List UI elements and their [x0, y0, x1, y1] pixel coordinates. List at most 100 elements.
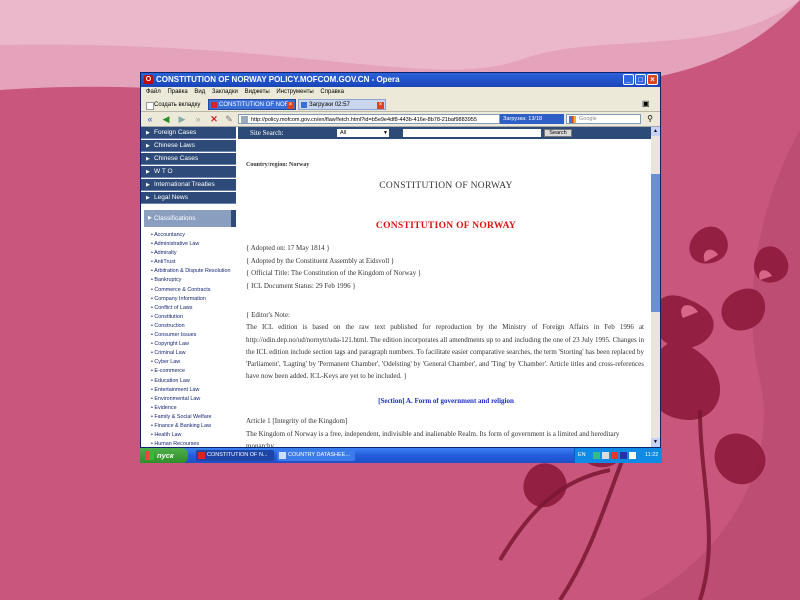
- nav-label: International Treaties: [154, 181, 215, 188]
- classification-link[interactable]: • Conflict of Laws: [151, 304, 239, 313]
- taskbar-item-opera[interactable]: CONSTITUTION OF N...: [196, 450, 274, 461]
- menu-widgets[interactable]: Виджеты: [245, 89, 270, 95]
- vertical-scrollbar[interactable]: ▲ ▼: [651, 127, 660, 447]
- search-scope-select[interactable]: All ▼: [337, 129, 389, 137]
- document-meta: { Adopted on: 17 May 1814 } { Adopted by…: [246, 242, 421, 292]
- classification-link[interactable]: • Administrative Law: [151, 240, 239, 249]
- arrow-icon: ▶: [146, 143, 150, 149]
- rewind-icon[interactable]: «: [145, 114, 155, 124]
- clock: 11:22: [645, 452, 659, 458]
- edit-icon[interactable]: ✎: [224, 114, 234, 124]
- classification-link[interactable]: • Education Law: [151, 377, 239, 386]
- volume-icon[interactable]: [602, 452, 609, 459]
- language-indicator[interactable]: EN: [578, 448, 586, 463]
- network-icon[interactable]: [593, 452, 600, 459]
- address-toolbar: « ◀ ▶ » ✕ ✎ http://policy.mofcom.gov.cn/…: [141, 112, 660, 127]
- scroll-thumb[interactable]: [651, 174, 660, 312]
- chevron-down-icon: ▼: [383, 130, 388, 136]
- classifications-header[interactable]: ▶ Classifications: [144, 210, 236, 227]
- stop-icon[interactable]: ✕: [209, 114, 219, 124]
- classification-link[interactable]: • Admiralty: [151, 249, 239, 258]
- nav-label: Legal News: [154, 194, 188, 201]
- classification-link[interactable]: • Evidence: [151, 404, 239, 413]
- task-label: CONSTITUTION OF N...: [207, 452, 268, 458]
- editors-note: { Editor's Note: The ICL edition is base…: [246, 311, 644, 381]
- forward-icon[interactable]: ▶: [177, 114, 187, 124]
- page-icon: [211, 102, 217, 108]
- classification-link[interactable]: • Construction: [151, 322, 239, 331]
- classification-link[interactable]: • E-commerce: [151, 367, 239, 376]
- classification-link[interactable]: • Criminal Law: [151, 349, 239, 358]
- scroll-up-icon[interactable]: ▲: [651, 127, 660, 136]
- tab-menu-icon[interactable]: ▣: [642, 99, 650, 108]
- tab-downloads[interactable]: Загрузки 02:57 ×: [298, 99, 386, 110]
- menu-edit[interactable]: Правка: [167, 89, 187, 95]
- classification-link[interactable]: • Family & Social Welfare: [151, 413, 239, 422]
- tab-new[interactable]: Создать вкладку: [143, 99, 207, 110]
- site-search-input[interactable]: [403, 129, 541, 137]
- site-search-bar: Site Search: All ▼ Search: [238, 127, 651, 139]
- classification-link[interactable]: • Health Law: [151, 431, 239, 440]
- minimize-button[interactable]: _: [623, 74, 634, 85]
- tab-label: Создать вкладку: [154, 102, 201, 108]
- window-title: CONSTITUTION OF NORWAY POLICY.MOFCOM.GOV…: [156, 75, 400, 84]
- close-tab-icon[interactable]: ×: [377, 102, 384, 109]
- classification-link[interactable]: • Entertainment Law: [151, 386, 239, 395]
- arrow-icon: ▶: [146, 130, 150, 136]
- classification-link[interactable]: • AntiTrust: [151, 258, 239, 267]
- start-button[interactable]: пуск: [140, 448, 188, 463]
- address-field[interactable]: http://policy.mofcom.gov.cn/en/flaw!fetc…: [238, 114, 500, 124]
- classification-link[interactable]: • Bankruptcy: [151, 276, 239, 285]
- article-text: The Kingdom of Norway is a free, indepen…: [246, 429, 620, 448]
- nav-label: Foreign Cases: [154, 129, 197, 136]
- maximize-button[interactable]: □: [635, 74, 646, 85]
- menu-file[interactable]: Файл: [146, 89, 161, 95]
- classification-link[interactable]: • Arbitration & Dispute Resolution: [151, 267, 239, 276]
- back-icon[interactable]: ◀: [161, 114, 171, 124]
- nav-legal-news[interactable]: ▶ Legal News: [141, 192, 236, 204]
- system-tray: EN 11:22: [574, 448, 662, 463]
- search-engine-field[interactable]: Google: [566, 114, 641, 124]
- taskbar: пуск CONSTITUTION OF N... COUNTRY DATASH…: [140, 448, 662, 463]
- article-1: Article 1 [Integrity of the Kingdom] The…: [246, 415, 644, 447]
- classification-link[interactable]: • Finance & Banking Law: [151, 422, 239, 431]
- meta-official-title: { Official Title: The Constitution of th…: [246, 269, 422, 277]
- menu-tools[interactable]: Инструменты: [276, 89, 313, 95]
- window-titlebar[interactable]: O CONSTITUTION OF NORWAY POLICY.MOFCOM.G…: [141, 73, 660, 87]
- nav-label: Chinese Laws: [154, 142, 195, 149]
- classification-link[interactable]: • Company Information: [151, 295, 239, 304]
- close-button[interactable]: ×: [647, 74, 658, 85]
- zoom-icon[interactable]: ⚲: [645, 114, 655, 124]
- classification-link[interactable]: • Human Recourses: [151, 440, 239, 447]
- search-placeholder: Google: [579, 116, 597, 122]
- nav-chinese-cases[interactable]: ▶ Chinese Cases: [141, 153, 236, 165]
- nav-foreign-cases[interactable]: ▶ Foreign Cases: [141, 127, 236, 139]
- load-progress: Загрузка: 13/18: [500, 114, 564, 124]
- classification-link[interactable]: • Environmental Law: [151, 395, 239, 404]
- classification-link[interactable]: • Commerce & Contracts: [151, 286, 239, 295]
- tab-constitution[interactable]: CONSTITUTION OF NOR... ×: [208, 99, 296, 110]
- scroll-down-icon[interactable]: ▼: [651, 438, 660, 447]
- fast-forward-icon[interactable]: »: [193, 114, 203, 124]
- nav-chinese-laws[interactable]: ▶ Chinese Laws: [141, 140, 236, 152]
- nav-wto[interactable]: ▶ W T O: [141, 166, 236, 178]
- window-icon: [279, 452, 286, 459]
- antivirus-icon[interactable]: [611, 452, 618, 459]
- classification-link[interactable]: • Consumer Issues: [151, 331, 239, 340]
- classification-link[interactable]: • Accountancy: [151, 231, 239, 240]
- site-search-button[interactable]: Search: [544, 129, 572, 137]
- classification-link[interactable]: • Cyber Law: [151, 358, 239, 367]
- close-tab-icon[interactable]: ×: [287, 102, 294, 109]
- classification-link[interactable]: • Copyright Law: [151, 340, 239, 349]
- tab-label: CONSTITUTION OF NOR...: [219, 102, 294, 108]
- media-icon[interactable]: [620, 452, 627, 459]
- menu-bookmarks[interactable]: Закладки: [212, 89, 238, 95]
- menu-help[interactable]: Справка: [320, 89, 344, 95]
- menu-view[interactable]: Вид: [194, 89, 205, 95]
- taskbar-item-datasheet[interactable]: COUNTRY DATASHEE...: [277, 450, 355, 461]
- nav-international-treaties[interactable]: ▶ International Treaties: [141, 179, 236, 191]
- safely-remove-icon[interactable]: [629, 452, 636, 459]
- classification-link[interactable]: • Constitution: [151, 313, 239, 322]
- start-label: пуск: [157, 451, 174, 460]
- document-title: CONSTITUTION OF NORWAY: [379, 181, 513, 191]
